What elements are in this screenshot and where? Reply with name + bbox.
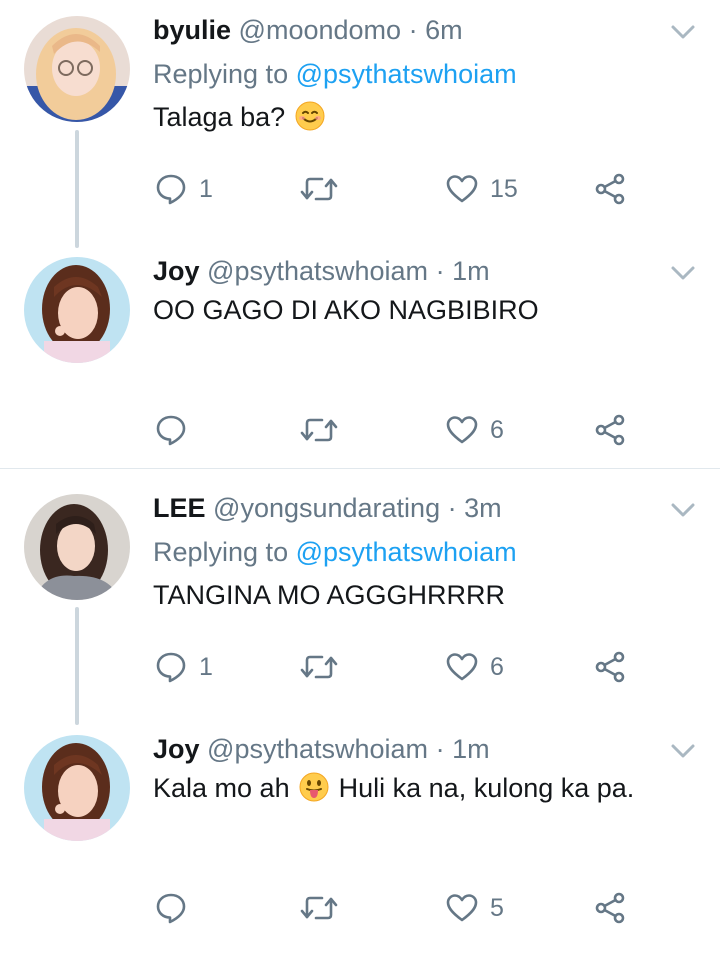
tweet-actions: 1 6: [0, 647, 720, 687]
retweet-icon: [300, 896, 338, 920]
tweet[interactable]: Joy @psythatswhoiam · 1m OO GAGO DI AKO …: [0, 255, 720, 485]
timestamp[interactable]: 6m: [425, 15, 463, 45]
reply-icon: [156, 652, 186, 683]
avatar[interactable]: [24, 257, 130, 363]
timestamp[interactable]: 1m: [452, 256, 490, 286]
like-button[interactable]: 6: [446, 647, 504, 687]
user-handle[interactable]: @yongsundarating: [213, 493, 440, 523]
tweet-text-before-emoji: Kala mo ah: [153, 773, 290, 803]
heart-icon: [446, 175, 478, 203]
reply-icon: [156, 415, 186, 446]
share-icon: [595, 651, 625, 683]
tweet-text: TANGINA MO AGGGHRRRR: [153, 580, 506, 610]
retweet-icon: [300, 655, 338, 679]
separator-dot: ·: [408, 15, 418, 45]
like-count: 15: [490, 174, 518, 203]
tongue-out-emoji: [299, 772, 329, 802]
reply-icon: [156, 174, 186, 205]
tweet-text: Kala mo ah Huli ka na, kulong ka pa.: [153, 771, 634, 805]
like-button[interactable]: 15: [446, 169, 518, 209]
tweet-header: Joy @psythatswhoiam · 1m: [153, 255, 490, 287]
tweet-actions: 1 15: [0, 169, 720, 209]
retweet-icon: [300, 418, 338, 442]
separator-dot: ·: [447, 493, 457, 523]
separator-dot: ·: [435, 734, 445, 764]
smiling-face-emoji: [295, 101, 325, 131]
tweet-header: byulie @moondomo · 6m: [153, 14, 463, 46]
timestamp[interactable]: 3m: [464, 493, 502, 523]
retweet-icon: [300, 177, 338, 201]
reply-button[interactable]: [155, 410, 187, 450]
tweet-text-after-emoji: Huli ka na, kulong ka pa.: [338, 773, 635, 803]
chevron-down-icon[interactable]: [669, 22, 697, 42]
replying-to-label: Replying to: [153, 537, 296, 567]
chevron-down-icon[interactable]: [669, 263, 697, 283]
tweet-text: Talaga ba?: [153, 100, 327, 134]
like-count: 6: [490, 652, 504, 681]
retweet-button[interactable]: [300, 888, 338, 928]
reply-count: 1: [199, 652, 213, 681]
reply-button[interactable]: 1: [155, 169, 213, 209]
retweet-button[interactable]: [300, 647, 338, 687]
share-button[interactable]: [594, 169, 626, 209]
share-button[interactable]: [594, 647, 626, 687]
tweet-header: Joy @psythatswhoiam · 1m: [153, 733, 490, 765]
like-button[interactable]: 6: [446, 410, 504, 450]
mention-link[interactable]: @psythatswhoiam: [296, 537, 517, 567]
share-button[interactable]: [594, 410, 626, 450]
tweet-header: LEE @yongsundarating · 3m: [153, 492, 502, 524]
replying-to: Replying to @psythatswhoiam: [153, 58, 517, 90]
share-icon: [595, 892, 625, 924]
tweet[interactable]: byulie @moondomo · 6m Replying to @psyth…: [0, 14, 720, 244]
tweet-text: OO GAGO DI AKO NAGBIBIRO: [153, 295, 539, 325]
user-handle[interactable]: @psythatswhoiam: [207, 734, 428, 764]
display-name[interactable]: LEE: [153, 493, 206, 523]
share-icon: [595, 414, 625, 446]
like-count: 5: [490, 893, 504, 922]
replying-to-label: Replying to: [153, 59, 296, 89]
share-icon: [595, 173, 625, 205]
replying-to: Replying to @psythatswhoiam: [153, 536, 517, 568]
mention-link[interactable]: @psythatswhoiam: [296, 59, 517, 89]
heart-icon: [446, 416, 478, 444]
retweet-button[interactable]: [300, 169, 338, 209]
avatar[interactable]: [24, 494, 130, 600]
user-handle[interactable]: @moondomo: [239, 15, 402, 45]
user-handle[interactable]: @psythatswhoiam: [207, 256, 428, 286]
share-button[interactable]: [594, 888, 626, 928]
like-count: 6: [490, 415, 504, 444]
avatar[interactable]: [24, 16, 130, 122]
tweet-actions: 5: [0, 888, 720, 928]
separator-dot: ·: [435, 256, 445, 286]
tweet[interactable]: LEE @yongsundarating · 3m Replying to @p…: [0, 492, 720, 722]
reply-icon: [156, 893, 186, 924]
tweet-actions: 6: [0, 410, 720, 450]
heart-icon: [446, 653, 478, 681]
reply-button[interactable]: [155, 888, 187, 928]
reply-count: 1: [199, 174, 213, 203]
avatar[interactable]: [24, 735, 130, 841]
like-button[interactable]: 5: [446, 888, 504, 928]
reply-button[interactable]: 1: [155, 647, 213, 687]
display-name[interactable]: Joy: [153, 256, 200, 286]
heart-icon: [446, 894, 478, 922]
retweet-button[interactable]: [300, 410, 338, 450]
display-name[interactable]: byulie: [153, 15, 231, 45]
chevron-down-icon[interactable]: [669, 500, 697, 520]
chevron-down-icon[interactable]: [669, 741, 697, 761]
timestamp[interactable]: 1m: [452, 734, 490, 764]
display-name[interactable]: Joy: [153, 734, 200, 764]
tweet-text-content: Talaga ba?: [153, 102, 286, 132]
tweet[interactable]: Joy @psythatswhoiam · 1m Kala mo ah Huli…: [0, 733, 720, 963]
